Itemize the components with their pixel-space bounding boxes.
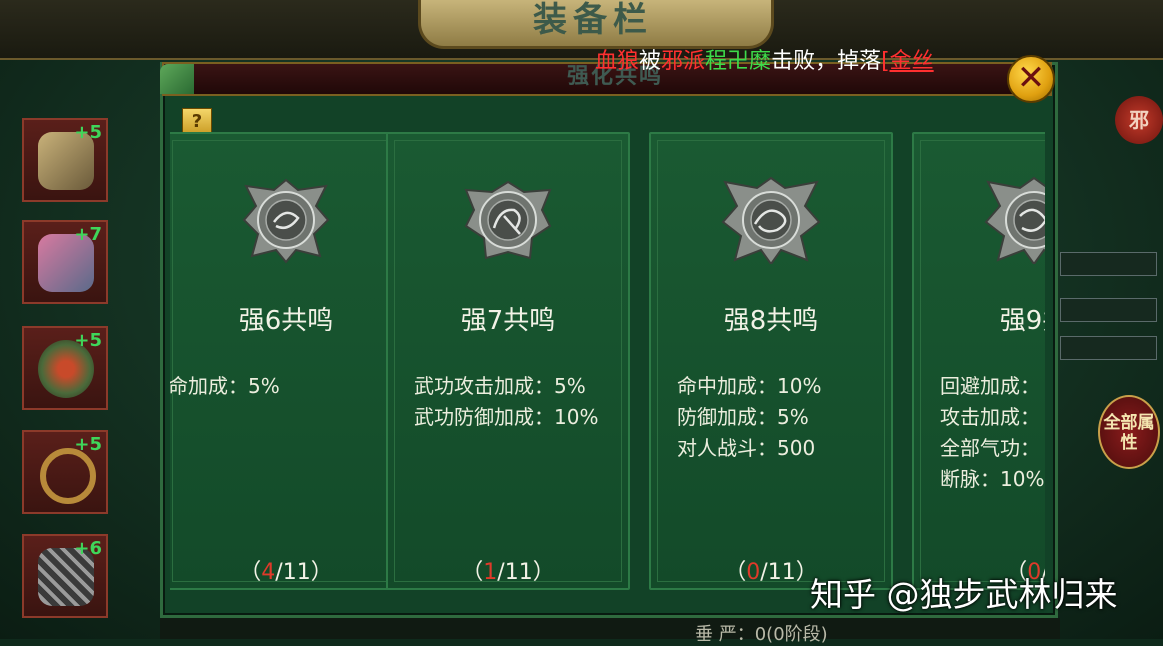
- card-title: 强6共鸣: [238, 306, 334, 336]
- equipment-slot[interactable]: +6: [22, 534, 108, 618]
- broadcast-segment: 击败，掉落: [771, 49, 882, 74]
- progress-current: 4: [261, 560, 276, 585]
- close-button[interactable]: ✕: [1007, 55, 1055, 103]
- broadcast-segment: [金丝: [881, 49, 934, 74]
- equipment-slot[interactable]: +5: [22, 118, 108, 202]
- bottom-label: 垂 严：0(0阶段): [695, 624, 828, 645]
- resonance-card[interactable]: 强9共 回避加成： 攻击加成： 全部气功： 断脉：10% （0/1: [912, 132, 1045, 590]
- progress-current: 1: [483, 560, 498, 585]
- header-ornament: [160, 64, 194, 94]
- broadcast-segment: 被: [639, 49, 662, 74]
- bottom-strip: [160, 618, 1060, 639]
- broadcast-segment: 邪派: [661, 49, 706, 74]
- attribute-line: 攻击加成：: [940, 405, 1040, 429]
- equipment-slot[interactable]: +5: [22, 326, 108, 410]
- equipment-slot[interactable]: +7: [22, 220, 108, 304]
- window-title: 装备栏: [533, 0, 653, 40]
- watermark: 知乎 @独步武林归来: [810, 575, 1118, 614]
- attribute-line: 防御加成：5%: [677, 405, 809, 429]
- enhance-level: +5: [74, 330, 102, 351]
- progress-current: 0: [746, 560, 761, 585]
- emblem-icon: [242, 178, 330, 264]
- attribute-line: 命中加成：10%: [677, 374, 822, 398]
- emblem-icon: [984, 176, 1045, 264]
- broadcast-segment: 血狼: [595, 49, 640, 74]
- enhance-level: +6: [74, 538, 102, 559]
- enhance-level: +5: [74, 122, 102, 143]
- ring-icon: [40, 448, 96, 504]
- resonance-card-list[interactable]: 强6共鸣 命加成：5% （4/11） 强7共鸣 武功攻击加成：5% 武功防御加成…: [170, 130, 1045, 592]
- resonance-progress: （4/11）: [239, 560, 333, 585]
- emblem-icon: [721, 176, 821, 264]
- resonance-card[interactable]: 强8共鸣 命中加成：10% 防御加成：5% 对人战斗：500 （0/11）: [649, 132, 893, 590]
- resonance-progress: （1/11）: [461, 560, 555, 585]
- stat-field: [1060, 298, 1157, 322]
- all-attributes-button[interactable]: 全部属性: [1098, 395, 1160, 469]
- attribute-line: 全部气功：: [940, 436, 1040, 460]
- attribute-line: 命加成：5%: [170, 374, 280, 398]
- card-title: 强7共鸣: [460, 306, 556, 336]
- broadcast-segment: 程卍糜: [705, 49, 772, 74]
- attribute-line: 对人战斗：500: [677, 436, 816, 460]
- resonance-card[interactable]: 强6共鸣 命加成：5% （4/11）: [170, 132, 408, 590]
- broadcast-marquee: 血狼被邪派程卍糜击败，掉落[金丝: [595, 48, 953, 76]
- equipment-slot[interactable]: +5: [22, 430, 108, 514]
- card-title: 强8共鸣: [723, 306, 819, 336]
- enhance-level: +7: [74, 224, 102, 245]
- attribute-line: 武功攻击加成：5%: [414, 374, 586, 398]
- attribute-line: 武功防御加成：10%: [414, 405, 599, 429]
- enhance-level: +5: [74, 434, 102, 455]
- emblem-icon: [464, 180, 552, 260]
- stat-field: [1060, 252, 1157, 276]
- resonance-card[interactable]: 强7共鸣 武功攻击加成：5% 武功防御加成：10% （1/11）: [386, 132, 630, 590]
- attribute-line: 回避加成：: [940, 374, 1040, 398]
- card-title: 强9共: [999, 306, 1045, 336]
- stat-field: [1060, 336, 1157, 360]
- attribute-line: 断脉：10%: [940, 467, 1045, 491]
